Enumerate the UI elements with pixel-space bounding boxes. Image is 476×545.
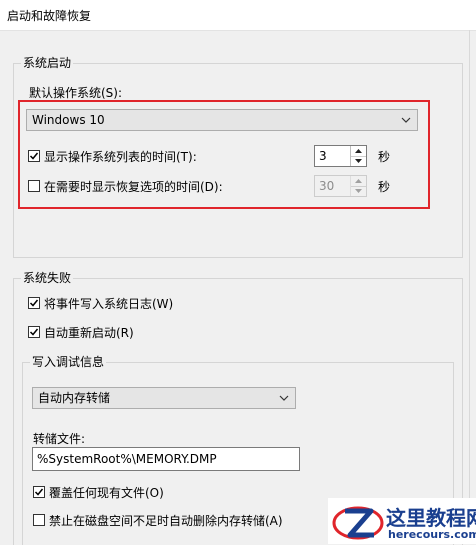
debug-info-label: 写入调试信息	[30, 355, 107, 369]
watermark-title: 这里教程网	[386, 506, 476, 530]
dump-file-label: 转储文件:	[33, 432, 86, 446]
chevron-down-icon	[279, 395, 289, 401]
chevron-down-icon	[401, 117, 411, 123]
watermark-url: herecours.com	[388, 528, 476, 541]
spin-down-button[interactable]	[351, 186, 366, 196]
show-list-value: 3	[319, 149, 327, 163]
show-list-spin-buttons	[350, 146, 366, 166]
disable-auto-delete-label: 禁止在磁盘空间不足时自动删除内存转储(A)	[49, 514, 283, 528]
show-recovery-unit: 秒	[378, 180, 391, 194]
default-os-select[interactable]: Windows 10	[26, 109, 418, 131]
show-recovery-value: 30	[319, 179, 335, 193]
write-event-checkbox[interactable]	[28, 297, 40, 309]
site-logo-icon	[332, 506, 384, 540]
dump-file-input[interactable]: %SystemRoot%\MEMORY.DMP	[32, 447, 300, 471]
arrow-up-icon	[355, 149, 362, 153]
show-list-unit: 秒	[378, 150, 391, 164]
write-event-label: 将事件写入系统日志(W)	[44, 297, 174, 311]
title-bar: 启动和故障恢复	[0, 0, 476, 31]
checkmark-icon	[29, 152, 39, 160]
system-startup-label: 系统启动	[21, 56, 74, 70]
arrow-down-icon	[355, 189, 362, 193]
overwrite-label: 覆盖任何现有文件(O)	[49, 486, 164, 500]
checkmark-icon	[29, 328, 39, 336]
dump-type-select[interactable]: 自动内存转储	[32, 387, 296, 409]
auto-restart-checkbox[interactable]	[28, 326, 40, 338]
overwrite-checkbox[interactable]	[33, 486, 45, 498]
checkmark-icon	[34, 488, 44, 496]
show-list-spinner[interactable]: 3	[314, 145, 367, 167]
arrow-down-icon	[355, 159, 362, 163]
spin-down-button[interactable]	[351, 156, 366, 166]
show-list-label: 显示操作系统列表的时间(T):	[44, 150, 197, 164]
show-recovery-spinner[interactable]: 30	[314, 175, 367, 197]
system-failure-label: 系统失败	[21, 271, 74, 285]
window-edge	[469, 30, 470, 544]
checkmark-icon	[29, 299, 39, 307]
window-title: 启动和故障恢复	[7, 9, 92, 23]
auto-restart-label: 自动重新启动(R)	[44, 326, 134, 340]
disable-auto-delete-checkbox[interactable]	[33, 514, 45, 526]
default-os-value: Windows 10	[32, 113, 105, 127]
default-os-label: 默认操作系统(S):	[29, 86, 123, 100]
show-recovery-spin-buttons	[350, 176, 366, 196]
show-recovery-label: 在需要时显示恢复选项的时间(D):	[44, 180, 223, 194]
dump-type-value: 自动内存转储	[38, 391, 111, 405]
watermark: 这里教程网 herecours.com	[328, 498, 476, 544]
arrow-up-icon	[355, 179, 362, 183]
show-recovery-checkbox[interactable]	[28, 180, 40, 192]
show-list-checkbox[interactable]	[28, 150, 40, 162]
